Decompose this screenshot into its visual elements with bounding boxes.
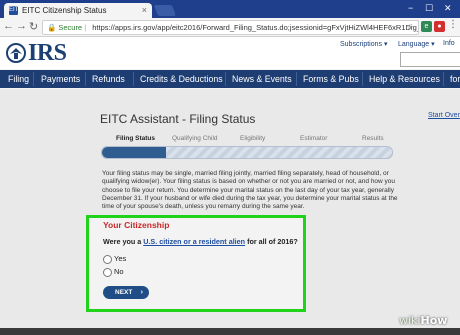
nav-forms-pubs[interactable]: Forms & Pubs	[303, 74, 359, 84]
citizen-resident-alien-link[interactable]: U.S. citizen or a resident alien	[143, 237, 245, 246]
filing-status-intro: Your filing status may be single, marrie…	[102, 170, 398, 211]
irs-header	[0, 37, 460, 69]
lock-icon: 🔒	[47, 23, 57, 32]
citizenship-heading: Your Citizenship	[103, 220, 170, 230]
url-text: https://apps.irs.gov/app/eitc2016/Forwar…	[92, 23, 419, 32]
irs-favicon-icon: EITC	[9, 6, 23, 15]
nav-divider	[33, 72, 34, 86]
step-estimator: Estimator	[300, 135, 328, 142]
no-radio-label[interactable]: No	[114, 267, 124, 276]
language-menu[interactable]: Language ▾	[398, 40, 435, 48]
progress-remaining	[165, 147, 392, 158]
evernote-extension-icon[interactable]: e	[421, 21, 432, 32]
no-radio[interactable]	[103, 268, 112, 277]
next-arrow-icon: ›	[140, 289, 143, 296]
start-over-link[interactable]: Start Over	[428, 112, 460, 119]
footer-strip	[0, 328, 460, 335]
nav-payments[interactable]: Payments	[41, 74, 80, 84]
url-bar[interactable]: 🔒 Secure | https://apps.irs.gov/app/eitc2…	[42, 20, 419, 35]
step-results: Results	[362, 135, 384, 142]
nav-divider	[85, 72, 86, 86]
close-window-icon[interactable]: ✕	[444, 3, 452, 14]
step-qualifying-child: Qualifying Child	[172, 135, 218, 142]
wizard-progress-bar	[101, 146, 393, 159]
minimize-icon[interactable]: −	[408, 3, 413, 13]
next-button[interactable]: NEXT ›	[103, 286, 149, 299]
step-filing-status: Filing Status	[116, 135, 155, 142]
irs-logo-text[interactable]: IRS	[28, 40, 67, 67]
bookmark-star-icon[interactable]: ☆	[406, 21, 414, 34]
irs-eagle-logo-icon[interactable]	[5, 42, 27, 64]
nav-divider	[443, 72, 444, 86]
back-icon[interactable]: ←	[3, 20, 14, 32]
address-toolbar: ← → ↻ 🔒 Secure | https://apps.irs.gov/app…	[0, 18, 460, 37]
nav-divider	[296, 72, 297, 86]
step-eligibility: Eligibility	[240, 135, 266, 142]
subscriptions-menu[interactable]: Subscriptions ▾	[340, 40, 387, 48]
question-text-end: for all of 2016?	[245, 237, 298, 246]
browser-menu-icon[interactable]: ⋮	[448, 19, 458, 30]
next-button-label: NEXT	[115, 289, 133, 296]
adblock-extension-icon[interactable]: ●	[434, 21, 445, 32]
yes-radio[interactable]	[103, 255, 112, 264]
progress-fill	[102, 147, 166, 158]
maximize-icon[interactable]: ☐	[425, 3, 433, 14]
info-menu[interactable]: Info	[443, 40, 455, 47]
reload-icon[interactable]: ↻	[29, 20, 38, 33]
page-title: EITC Assistant - Filing Status	[100, 112, 256, 126]
browser-tab[interactable]: EITC EITC Citizenship Status ×	[4, 3, 152, 18]
tab-close-icon[interactable]: ×	[142, 5, 147, 15]
nav-divider	[133, 72, 134, 86]
nav-help-resources[interactable]: Help & Resources	[369, 74, 440, 84]
forward-icon[interactable]: →	[16, 20, 27, 32]
question-text-start: Were you a	[103, 237, 144, 246]
nav-for[interactable]: for	[450, 74, 460, 84]
citizenship-question: Were you a U.S. citizen or a resident al…	[103, 237, 298, 246]
nav-divider	[362, 72, 363, 86]
nav-news-events[interactable]: News & Events	[232, 74, 292, 84]
nav-refunds[interactable]: Refunds	[92, 74, 125, 84]
nav-divider	[225, 72, 226, 86]
tab-title: EITC Citizenship Status	[22, 6, 107, 15]
yes-radio-label[interactable]: Yes	[114, 254, 126, 263]
url-divider: |	[84, 23, 87, 32]
wikihow-watermark: wikiHow	[399, 314, 448, 327]
site-search-input[interactable]	[400, 52, 460, 67]
nav-credits-deductions[interactable]: Credits & Deductions	[140, 74, 223, 84]
secure-label: Secure	[58, 23, 83, 32]
new-tab-button[interactable]	[153, 5, 177, 16]
nav-filing[interactable]: Filing	[8, 74, 29, 84]
